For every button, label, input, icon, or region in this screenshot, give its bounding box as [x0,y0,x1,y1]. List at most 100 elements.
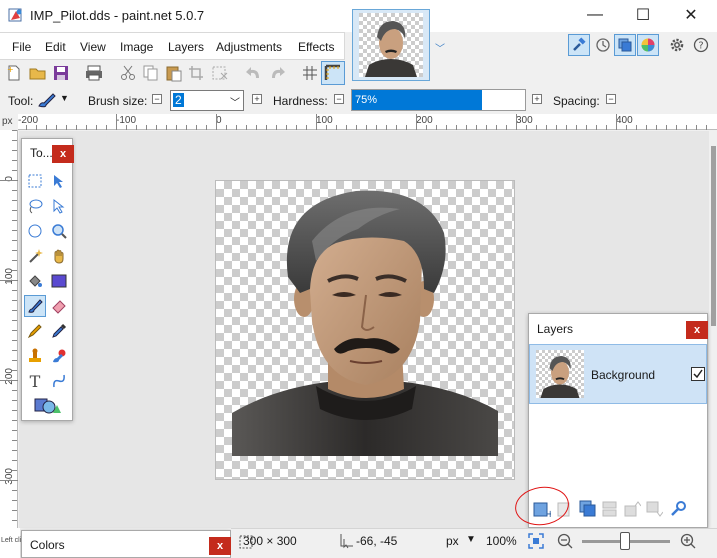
image-canvas[interactable] [215,180,515,480]
recolor-tool-icon[interactable] [48,345,70,367]
move-selection-tool-icon[interactable] [48,195,70,217]
ruler-tick [12,230,17,231]
ellipse-select-tool-icon[interactable] [24,220,46,242]
zoom-out-icon[interactable] [556,532,574,550]
menu-file[interactable]: File [12,40,31,54]
grid-icon[interactable] [300,64,320,82]
pencil-tool-icon[interactable] [24,320,46,342]
deselect-icon[interactable] [210,64,230,82]
hardness-increase-button[interactable]: + [532,94,542,104]
brush-size-decrease-button[interactable]: − [152,94,162,104]
layers-window-close-button[interactable]: x [686,321,708,339]
ruler-tick [326,125,327,130]
clone-stamp-icon[interactable] [24,345,46,367]
menu-effects[interactable]: Effects [298,40,334,54]
spacing-label: Spacing: [553,94,600,108]
menu-image[interactable]: Image [120,40,153,54]
chevron-down-icon[interactable]: ▼ [466,534,476,545]
tab-list-chevron-down-icon[interactable]: ﹀ [435,40,445,55]
move-layer-up-icon[interactable] [623,500,641,518]
colors-window-toggle-palette-icon[interactable] [637,34,659,56]
ruler-tick [0,380,18,381]
menu-bar: File Edit View Image Layers Adjustments … [0,32,345,60]
text-tool-icon[interactable]: T [24,370,46,392]
paintbrush-tool-icon[interactable] [24,295,46,317]
tools-window-close-button[interactable]: x [52,145,74,163]
ruler-tick [12,210,17,211]
menu-edit[interactable]: Edit [45,40,66,54]
ruler-tick [12,440,17,441]
hardness-decrease-button[interactable]: − [334,94,344,104]
paintbrush-icon [38,93,56,108]
cursor-position: -66, -45 [356,534,398,548]
paint-bucket-icon[interactable] [24,270,46,292]
portrait-image [232,190,498,456]
menu-layers[interactable]: Layers [168,40,204,54]
chevron-down-icon: ﹀ [230,98,240,109]
colors-window: Colors x [21,530,231,558]
layer-properties-wrench-icon[interactable] [669,500,687,518]
ruler-tick [476,125,477,130]
paste-icon[interactable] [164,64,184,82]
cut-scissors-icon[interactable] [118,64,138,82]
spacing-decrease-button[interactable]: − [606,94,616,104]
close-window-button[interactable]: ✕ [676,4,706,26]
undo-icon[interactable] [244,64,264,82]
minimize-button[interactable]: — [580,4,610,26]
menu-view[interactable]: View [80,40,106,54]
menu-adjustments[interactable]: Adjustments [216,40,282,54]
color-picker-eyedropper-icon[interactable] [48,320,70,342]
status-hint-area: Left cli [0,528,21,558]
lasso-select-tool-icon[interactable] [24,195,46,217]
print-icon[interactable] [84,64,104,82]
ruler-tick [576,125,577,130]
new-file-icon[interactable]: + [4,64,24,82]
ruler-tick [12,390,17,391]
rulers-toggle-button[interactable] [321,61,345,85]
zoom-slider-thumb[interactable] [620,532,630,550]
layers-window-toggle-icon[interactable] [614,34,636,56]
brush-size-increase-button[interactable]: + [252,94,262,104]
ruler-tick [12,320,17,321]
colors-window-close-button[interactable]: x [209,537,231,555]
crop-to-selection-icon[interactable] [187,64,207,82]
hardness-slider[interactable]: 75% [351,89,526,111]
zoom-level[interactable]: 100% [486,534,517,548]
duplicate-layer-icon[interactable] [579,500,597,518]
units-selector[interactable]: px [446,534,459,548]
shapes-tool-icon[interactable] [30,395,64,417]
rectangle-select-tool-icon[interactable] [24,170,46,192]
layer-visibility-checkbox[interactable] [691,367,705,381]
move-layer-down-icon[interactable] [645,500,663,518]
zoom-to-window-icon[interactable] [527,532,545,550]
tool-selector-dropdown[interactable]: ▼ [36,91,70,109]
history-clock-icon[interactable] [592,34,614,56]
magic-wand-icon[interactable] [24,245,46,267]
zoom-in-icon[interactable] [679,532,697,550]
ruler-tick [656,125,657,130]
main-toolbar [0,60,717,88]
maximize-button[interactable]: ☐ [628,4,658,26]
open-folder-icon[interactable] [28,64,48,82]
gradient-tool-icon[interactable] [48,270,70,292]
merge-layer-down-icon[interactable] [601,500,619,518]
eraser-tool-icon[interactable] [48,295,70,317]
svg-text:+: + [7,65,14,74]
vertical-scrollbar[interactable] [709,131,717,528]
zoom-magnifier-icon[interactable] [48,220,70,242]
pan-hand-icon[interactable] [48,245,70,267]
redo-icon[interactable] [267,64,287,82]
brush-size-combobox[interactable]: 2 ﹀ [170,90,244,111]
layer-row-background[interactable]: Background [529,344,707,404]
tools-window-toggle-hammer-icon[interactable] [568,34,590,56]
ruler-tick [276,125,277,130]
copy-icon[interactable] [141,64,161,82]
save-disk-icon[interactable] [51,64,71,82]
line-curve-tool-icon[interactable] [48,370,70,392]
ruler-tick [12,400,17,401]
settings-gear-icon[interactable] [666,34,688,56]
scrollbar-thumb[interactable] [711,146,716,326]
ruler-tick [26,125,27,130]
help-question-icon[interactable]: ? [690,34,712,56]
move-selected-pixels-tool-icon[interactable] [48,170,70,192]
